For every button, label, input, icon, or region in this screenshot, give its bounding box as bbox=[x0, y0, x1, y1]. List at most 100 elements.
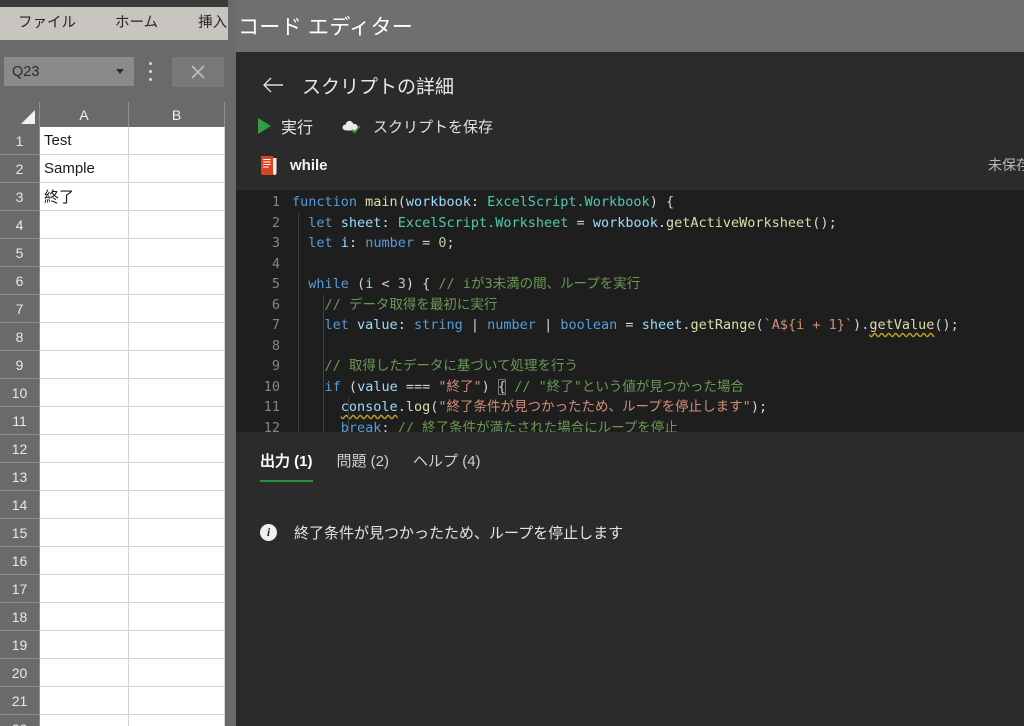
ribbon-tab-insert[interactable]: 挿入 bbox=[192, 7, 233, 40]
grid-cell-b[interactable] bbox=[129, 491, 225, 519]
grid-cell-a[interactable] bbox=[40, 491, 129, 519]
row-header[interactable]: 11 bbox=[0, 407, 40, 435]
row-header[interactable]: 17 bbox=[0, 575, 40, 603]
grid-cell-b[interactable] bbox=[129, 435, 225, 463]
grid-cell-b[interactable] bbox=[129, 267, 225, 295]
grid-cell-a[interactable] bbox=[40, 687, 129, 715]
grid-cell-b[interactable] bbox=[129, 547, 225, 575]
grid-cell-a[interactable] bbox=[40, 519, 129, 547]
code-text-area[interactable]: 1 function main(workbook: ExcelScript.Wo… bbox=[236, 188, 1024, 432]
more-options-icon[interactable] bbox=[148, 62, 152, 81]
grid-cell-a[interactable] bbox=[40, 631, 129, 659]
grid-cell-a[interactable] bbox=[40, 435, 129, 463]
tab-output[interactable]: 出力 (1) bbox=[260, 450, 313, 482]
cancel-button[interactable] bbox=[172, 57, 224, 87]
grid-cell-b[interactable] bbox=[129, 183, 225, 211]
row-header[interactable]: 13 bbox=[0, 463, 40, 491]
run-button[interactable]: 実行 bbox=[258, 114, 313, 138]
worksheet-grid[interactable]: A B 1 Test 2 Sample 3 終了 4 5 6 7 8 9 10 11 12 13 14 15 16 1… bbox=[0, 102, 228, 726]
grid-cell-b[interactable] bbox=[129, 407, 225, 435]
back-arrow-icon[interactable] bbox=[260, 72, 286, 98]
row-header[interactable]: 9 bbox=[0, 351, 40, 379]
grid-cell-b[interactable] bbox=[129, 323, 225, 351]
code-line[interactable]: 5 while (i < 3) { // iが3未満の間、ループを実行 bbox=[236, 274, 1024, 295]
grid-cell-b[interactable] bbox=[129, 631, 225, 659]
grid-cell-a[interactable] bbox=[40, 323, 129, 351]
grid-cell-a[interactable] bbox=[40, 659, 129, 687]
grid-row[interactable]: 14 bbox=[0, 491, 228, 519]
grid-cell-a[interactable] bbox=[40, 603, 129, 631]
row-header[interactable]: 20 bbox=[0, 659, 40, 687]
grid-row[interactable]: 3 終了 bbox=[0, 183, 228, 211]
grid-cell-a[interactable] bbox=[40, 351, 129, 379]
grid-row[interactable]: 6 bbox=[0, 267, 228, 295]
code-line[interactable]: 4 bbox=[236, 253, 1024, 274]
ribbon-tab-file[interactable]: ファイル bbox=[12, 7, 82, 40]
grid-cell-b[interactable] bbox=[129, 155, 225, 183]
grid-cell-a[interactable]: Sample bbox=[40, 155, 129, 183]
grid-row[interactable]: 15 bbox=[0, 519, 228, 547]
grid-cell-a[interactable] bbox=[40, 407, 129, 435]
grid-cell-b[interactable] bbox=[129, 351, 225, 379]
grid-cell-a[interactable] bbox=[40, 575, 129, 603]
grid-row[interactable]: 7 bbox=[0, 295, 228, 323]
row-header[interactable]: 19 bbox=[0, 631, 40, 659]
grid-cell-a[interactable] bbox=[40, 547, 129, 575]
grid-row[interactable]: 17 bbox=[0, 575, 228, 603]
grid-row[interactable]: 8 bbox=[0, 323, 228, 351]
select-all-corner[interactable] bbox=[0, 102, 40, 127]
tab-problems[interactable]: 問題 (2) bbox=[337, 450, 390, 482]
grid-row[interactable]: 13 bbox=[0, 463, 228, 491]
grid-cell-b[interactable] bbox=[129, 687, 225, 715]
grid-row[interactable]: 16 bbox=[0, 547, 228, 575]
row-header[interactable]: 15 bbox=[0, 519, 40, 547]
row-header[interactable]: 6 bbox=[0, 267, 40, 295]
grid-row[interactable]: 12 bbox=[0, 435, 228, 463]
grid-row[interactable]: 20 bbox=[0, 659, 228, 687]
grid-cell-b[interactable] bbox=[129, 211, 225, 239]
row-header[interactable]: 21 bbox=[0, 687, 40, 715]
column-header-a[interactable]: A bbox=[40, 102, 129, 127]
grid-cell-a[interactable] bbox=[40, 211, 129, 239]
code-line[interactable]: 1 function main(workbook: ExcelScript.Wo… bbox=[236, 192, 1024, 213]
row-header[interactable]: 18 bbox=[0, 603, 40, 631]
grid-cell-a[interactable]: Test bbox=[40, 127, 129, 155]
row-header[interactable]: 2 bbox=[0, 155, 40, 183]
grid-row[interactable]: 22 bbox=[0, 715, 228, 726]
code-line[interactable]: 9 // 取得したデータに基づいて処理を行う bbox=[236, 356, 1024, 377]
code-line[interactable]: 7 let value: string | number | boolean =… bbox=[236, 315, 1024, 336]
grid-row[interactable]: 10 bbox=[0, 379, 228, 407]
tab-help[interactable]: ヘルプ (4) bbox=[413, 450, 481, 482]
grid-row[interactable]: 19 bbox=[0, 631, 228, 659]
grid-cell-a[interactable] bbox=[40, 463, 129, 491]
name-box[interactable]: Q23 bbox=[4, 57, 134, 86]
row-header[interactable]: 4 bbox=[0, 211, 40, 239]
grid-row[interactable]: 9 bbox=[0, 351, 228, 379]
ribbon-tab-home[interactable]: ホーム bbox=[109, 7, 164, 40]
row-header[interactable]: 10 bbox=[0, 379, 40, 407]
save-script-button[interactable]: スクリプトを保存 bbox=[341, 116, 493, 137]
column-header-b[interactable]: B bbox=[129, 102, 225, 127]
grid-row[interactable]: 5 bbox=[0, 239, 228, 267]
grid-cell-b[interactable] bbox=[129, 463, 225, 491]
code-line[interactable]: 10 if (value === "終了") { // "終了"という値が見つか… bbox=[236, 376, 1024, 397]
chevron-down-icon[interactable] bbox=[116, 69, 124, 74]
code-line[interactable]: 12 break; // 終了条件が満たされた場合にループを停止 bbox=[236, 417, 1024, 432]
row-header[interactable]: 14 bbox=[0, 491, 40, 519]
row-header[interactable]: 1 bbox=[0, 127, 40, 155]
code-line[interactable]: 6 // データ取得を最初に実行 bbox=[236, 294, 1024, 315]
grid-cell-a[interactable] bbox=[40, 379, 129, 407]
grid-cell-b[interactable] bbox=[129, 603, 225, 631]
grid-row[interactable]: 11 bbox=[0, 407, 228, 435]
code-line[interactable]: 8 bbox=[236, 335, 1024, 356]
grid-cell-b[interactable] bbox=[129, 575, 225, 603]
grid-row[interactable]: 4 bbox=[0, 211, 228, 239]
grid-cell-b[interactable] bbox=[129, 379, 225, 407]
row-header[interactable]: 16 bbox=[0, 547, 40, 575]
grid-cell-a[interactable] bbox=[40, 239, 129, 267]
row-header[interactable]: 12 bbox=[0, 435, 40, 463]
code-line[interactable]: 11 console.log("終了条件が見つかったため、ループを停止します")… bbox=[236, 397, 1024, 418]
grid-cell-a[interactable] bbox=[40, 295, 129, 323]
grid-row[interactable]: 18 bbox=[0, 603, 228, 631]
code-line[interactable]: 3 let i: number = 0; bbox=[236, 233, 1024, 254]
